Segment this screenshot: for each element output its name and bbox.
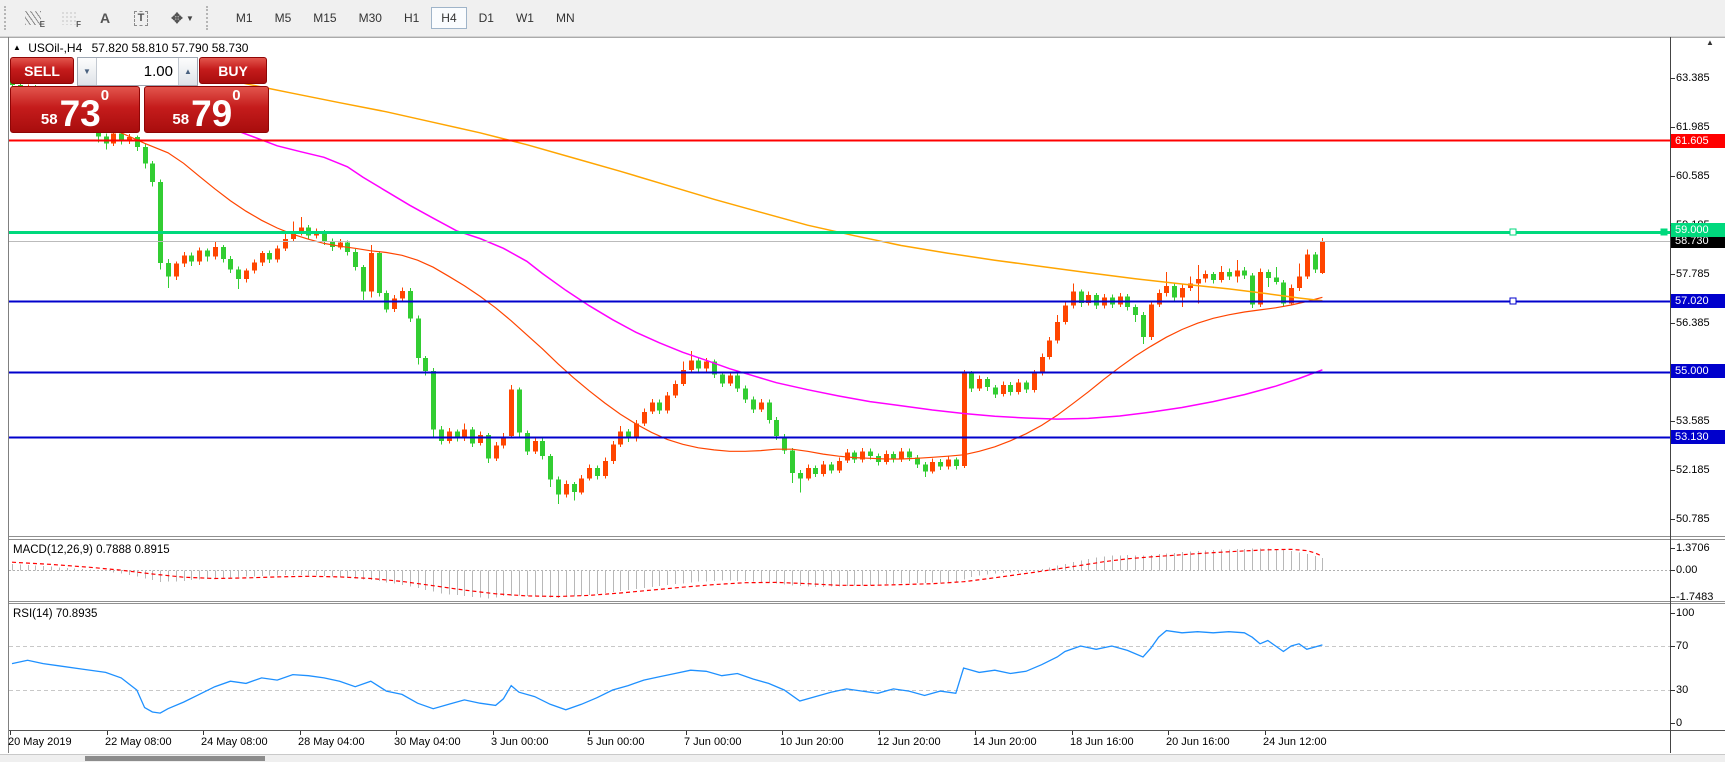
timeframe-mn[interactable]: MN bbox=[546, 7, 585, 29]
buy-price-big: 79 bbox=[191, 99, 232, 129]
date-axis-label: 5 Jun 00:00 bbox=[587, 736, 645, 748]
timeframe-m1[interactable]: M1 bbox=[226, 7, 263, 29]
timeframe-h4[interactable]: H4 bbox=[431, 7, 466, 29]
price-axis-label: 63.385 bbox=[1676, 72, 1710, 84]
price-axis-label: 56.385 bbox=[1676, 317, 1710, 329]
price-axis-label: 60.585 bbox=[1676, 170, 1710, 182]
price-axis-label: 53.585 bbox=[1676, 415, 1710, 427]
volume-input[interactable] bbox=[97, 58, 178, 85]
rsi-axis-label: 100 bbox=[1676, 607, 1694, 619]
scrollbar-thumb[interactable] bbox=[85, 756, 265, 761]
rsi-axis-label: 30 bbox=[1676, 684, 1688, 696]
scroll-triangle-icon[interactable]: ▲ bbox=[1706, 38, 1714, 47]
toolbar-icons: AT✥ bbox=[20, 5, 190, 31]
date-axis-label: 30 May 04:00 bbox=[394, 736, 461, 748]
price-badge-61.605: 61.605 bbox=[1671, 134, 1725, 148]
symbol-timeframe-label: USOil-,H4 bbox=[28, 41, 82, 55]
timeframe-bar: M1M5M15M30H1H4D1W1MN bbox=[226, 7, 585, 29]
one-click-trading-panel: SELL ▼ ▲ BUY 58730 58790 bbox=[8, 56, 268, 129]
sell-price-panel[interactable]: 58730 bbox=[10, 86, 140, 133]
chevron-up-icon: ▲ bbox=[184, 67, 192, 76]
chart-title: ▲ USOil-,H4 57.820 58.810 57.790 58.730 bbox=[13, 41, 248, 55]
timeframe-w1[interactable]: W1 bbox=[506, 7, 544, 29]
price-axis-label: 50.785 bbox=[1676, 513, 1710, 525]
price-badge-53.130: 53.130 bbox=[1671, 430, 1725, 444]
date-axis-label: 24 Jun 12:00 bbox=[1263, 736, 1327, 748]
macd-axis-label: 1.3706 bbox=[1676, 542, 1710, 554]
price-badge-55.000: 55.000 bbox=[1671, 364, 1725, 378]
top-toolbar: AT✥ ▼ M1M5M15M30H1H4D1W1MN bbox=[0, 0, 1725, 37]
buy-price-prefix: 58 bbox=[172, 112, 189, 127]
rsi-axis-label: 0 bbox=[1676, 717, 1682, 729]
date-axis-label: 24 May 08:00 bbox=[201, 736, 268, 748]
chevron-down-icon: ▼ bbox=[83, 67, 91, 76]
date-axis-label: 7 Jun 00:00 bbox=[684, 736, 742, 748]
price-axis-label: 52.185 bbox=[1676, 464, 1710, 476]
collapse-triangle-icon: ▲ bbox=[13, 43, 21, 52]
timeframe-h1[interactable]: H1 bbox=[394, 7, 429, 29]
date-axis-label: 20 Jun 16:00 bbox=[1166, 736, 1230, 748]
toolbar-grip-2[interactable] bbox=[206, 6, 212, 30]
timeframe-m5[interactable]: M5 bbox=[265, 7, 302, 29]
date-axis-label: 14 Jun 20:00 bbox=[973, 736, 1037, 748]
date-axis-label: 20 May 2019 bbox=[8, 736, 72, 748]
date-axis-label: 12 Jun 20:00 bbox=[877, 736, 941, 748]
grid-fibo-icon[interactable] bbox=[56, 5, 82, 31]
text-box-icon[interactable]: T bbox=[128, 5, 154, 31]
expert-advisor-hatch-icon[interactable] bbox=[20, 5, 46, 31]
price-badge-57.020: 57.020 bbox=[1671, 294, 1725, 308]
rsi-indicator-label: RSI(14) 70.8935 bbox=[13, 608, 97, 620]
date-axis-label: 10 Jun 20:00 bbox=[780, 736, 844, 748]
volume-increase-button[interactable]: ▲ bbox=[178, 58, 197, 85]
date-axis-label: 18 Jun 16:00 bbox=[1070, 736, 1134, 748]
volume-spinner: ▼ ▲ bbox=[77, 57, 198, 86]
rsi-axis-label: 70 bbox=[1676, 640, 1688, 652]
toolbar-grip[interactable] bbox=[4, 6, 10, 30]
date-axis-label: 22 May 08:00 bbox=[105, 736, 172, 748]
price-badge-59.000: 59.000 bbox=[1671, 223, 1725, 237]
timeframe-m30[interactable]: M30 bbox=[349, 7, 392, 29]
buy-price-panel[interactable]: 58790 bbox=[144, 86, 269, 133]
date-axis-label: 28 May 04:00 bbox=[298, 736, 365, 748]
price-axis-label: 61.985 bbox=[1676, 121, 1710, 133]
macd-axis-label: 0.00 bbox=[1676, 564, 1697, 576]
sell-button[interactable]: SELL bbox=[10, 57, 74, 84]
price-axis-label: 57.785 bbox=[1676, 268, 1710, 280]
macd-indicator-label: MACD(12,26,9) 0.7888 0.8915 bbox=[13, 544, 170, 556]
sell-price-prefix: 58 bbox=[41, 112, 58, 127]
buy-price-sup: 0 bbox=[232, 88, 240, 103]
macd-axis-label: -1.7483 bbox=[1676, 591, 1713, 603]
chevron-down-icon[interactable]: ▼ bbox=[186, 14, 194, 23]
timeframe-m15[interactable]: M15 bbox=[303, 7, 346, 29]
text-label-icon[interactable]: A bbox=[92, 5, 118, 31]
ohlc-values: 57.820 58.810 57.790 58.730 bbox=[92, 41, 249, 55]
buy-button[interactable]: BUY bbox=[199, 57, 267, 84]
timeframe-d1[interactable]: D1 bbox=[469, 7, 504, 29]
sell-price-sup: 0 bbox=[101, 88, 109, 103]
sell-price-big: 73 bbox=[60, 99, 101, 129]
date-axis-label: 3 Jun 00:00 bbox=[491, 736, 549, 748]
volume-decrease-button[interactable]: ▼ bbox=[78, 58, 97, 85]
